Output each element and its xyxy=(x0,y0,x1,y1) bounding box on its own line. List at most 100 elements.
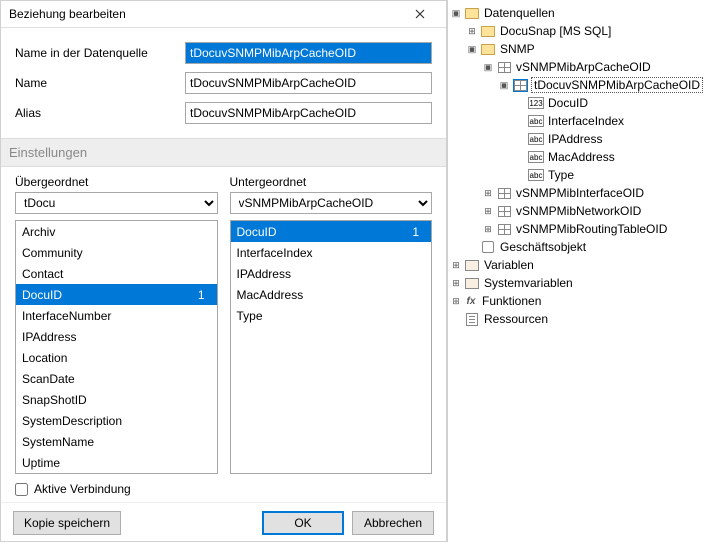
expand-icon[interactable]: ⊞ xyxy=(466,25,478,37)
list-item-label: SystemName xyxy=(22,435,94,449)
list-item[interactable]: SnapShotID xyxy=(16,389,217,410)
tree-node-sysvariables[interactable]: ⊞Systemvariablen xyxy=(450,274,717,292)
tree-node-snmp[interactable]: ▣ SNMP xyxy=(466,40,717,58)
dialog-title: Beziehung bearbeiten xyxy=(9,7,402,21)
expand-icon[interactable]: ⊞ xyxy=(450,295,462,307)
list-item-label: Contact xyxy=(22,267,63,281)
tree-node-arpcache[interactable]: ▣ vSNMPMibArpCacheOID xyxy=(482,58,717,76)
list-item[interactable]: IPAddress xyxy=(16,326,217,347)
list-item[interactable]: Archiv xyxy=(16,221,217,242)
dialog-edit-relationship: Beziehung bearbeiten Name in der Datenqu… xyxy=(0,0,447,542)
list-item[interactable]: Location xyxy=(16,347,217,368)
expand-icon[interactable]: ⊞ xyxy=(482,205,494,217)
collapse-icon[interactable]: ▣ xyxy=(498,79,510,91)
variable-icon xyxy=(464,275,480,291)
list-item[interactable]: InterfaceNumber xyxy=(16,305,217,326)
tree-node-col-interfaceindex[interactable]: abcInterfaceIndex xyxy=(514,112,717,130)
list-item-index: 1 xyxy=(412,225,425,239)
column-icon: abc xyxy=(528,131,544,147)
tree-node-routing[interactable]: ⊞vSNMPMibRoutingTableOID xyxy=(482,220,717,238)
name-input[interactable] xyxy=(185,72,432,94)
list-item[interactable]: IPAddress xyxy=(231,263,432,284)
collapse-icon[interactable]: ▣ xyxy=(450,7,462,19)
tree-node-col-ip[interactable]: abcIPAddress xyxy=(514,130,717,148)
tree-panel: ▣ Datenquellen ⊞ DocuSnap [MS SQL] ▣ xyxy=(447,0,719,542)
button-bar: Kopie speichern OK Abbrechen xyxy=(1,502,446,545)
expand-icon[interactable]: ⊞ xyxy=(482,187,494,199)
active-connection-checkbox[interactable] xyxy=(15,483,28,496)
tree-node-datasources[interactable]: ▣ Datenquellen xyxy=(450,4,717,22)
close-button[interactable] xyxy=(402,1,438,27)
collapse-icon[interactable]: ▣ xyxy=(482,61,494,73)
tree-node-functions[interactable]: ⊞fxFunktionen xyxy=(450,292,717,310)
list-item-label: SystemDescription xyxy=(22,414,122,428)
alias-input[interactable] xyxy=(185,102,432,124)
parent-listbox[interactable]: Archiv Community Contact DocuID 1 InterfaceNu… xyxy=(15,220,218,474)
list-item[interactable]: Contact xyxy=(16,263,217,284)
folder-icon xyxy=(480,23,496,39)
child-select[interactable]: vSNMPMibArpCacheOID xyxy=(230,192,433,214)
expand-icon[interactable]: ⊞ xyxy=(482,223,494,235)
list-item-label: Location xyxy=(22,351,67,365)
active-connection-label: Aktive Verbindung xyxy=(34,482,131,496)
tree-node-resources[interactable]: Ressourcen xyxy=(450,310,717,328)
settings-columns: Übergeordnet tDocu Archiv Community Contac… xyxy=(15,175,432,474)
save-copy-button[interactable]: Kopie speichern xyxy=(13,511,121,535)
tree-node-col-mac[interactable]: abcMacAddress xyxy=(514,148,717,166)
title-bar: Beziehung bearbeiten xyxy=(1,1,446,28)
tree-node-col-type[interactable]: abcType xyxy=(514,166,717,184)
dialog-content: Name in der Datenquelle Name Alias Einst… xyxy=(1,28,446,502)
datasource-name-input[interactable] xyxy=(185,42,432,64)
column-icon: abc xyxy=(528,149,544,165)
ok-button[interactable]: OK xyxy=(262,511,344,535)
column-icon: abc xyxy=(528,167,544,183)
table-icon xyxy=(512,77,528,93)
alias-label: Alias xyxy=(15,106,185,120)
folder-icon xyxy=(480,41,496,57)
list-item-label: Community xyxy=(22,246,83,260)
list-item[interactable]: SystemName xyxy=(16,431,217,452)
parent-select[interactable]: tDocu xyxy=(15,192,218,214)
table-icon xyxy=(496,59,512,75)
list-item[interactable]: SystemDescription xyxy=(16,410,217,431)
list-item-label: DocuID xyxy=(22,288,62,302)
expand-icon[interactable]: ⊞ xyxy=(450,277,462,289)
tree-node-interface[interactable]: ⊞vSNMPMibInterfaceOID xyxy=(482,184,717,202)
list-item-label: SnapShotID xyxy=(22,393,87,407)
tree-node-col-docuid[interactable]: 123DocuID xyxy=(514,94,717,112)
list-item-label: MacAddress xyxy=(237,288,304,302)
list-item[interactable]: Type xyxy=(231,305,432,326)
object-icon xyxy=(480,239,496,255)
child-column: Untergeordnet vSNMPMibArpCacheOID DocuID… xyxy=(230,175,433,474)
cancel-button[interactable]: Abbrechen xyxy=(352,511,434,535)
database-icon xyxy=(464,5,480,21)
list-item[interactable]: DocuID1 xyxy=(231,221,432,242)
list-item-label: Type xyxy=(237,309,263,323)
table-icon xyxy=(496,185,512,201)
active-connection-row: Aktive Verbindung xyxy=(15,482,432,496)
parent-label: Übergeordnet xyxy=(15,175,218,189)
tree-node-businessobject[interactable]: Geschäftsobjekt xyxy=(466,238,717,256)
list-item[interactable]: InterfaceIndex xyxy=(231,242,432,263)
close-icon xyxy=(415,9,425,19)
parent-column: Übergeordnet tDocu Archiv Community Contac… xyxy=(15,175,218,474)
list-item[interactable]: Uptime xyxy=(16,452,217,473)
child-listbox[interactable]: DocuID1InterfaceIndexIPAddress MacAddress… xyxy=(230,220,433,474)
function-icon: fx xyxy=(464,293,478,309)
list-item[interactable]: ScanDate xyxy=(16,368,217,389)
column-icon: 123 xyxy=(528,95,544,111)
tree-node-docusnap[interactable]: ⊞ DocuSnap [MS SQL] xyxy=(466,22,717,40)
collapse-icon[interactable]: ▣ xyxy=(466,43,478,55)
expand-icon[interactable]: ⊞ xyxy=(450,259,462,271)
name-label: Name xyxy=(15,76,185,90)
list-item[interactable]: MacAddress xyxy=(231,284,432,305)
datasource-name-label: Name in der Datenquelle xyxy=(15,46,185,60)
tree-node-variables[interactable]: ⊞Variablen xyxy=(450,256,717,274)
variable-icon xyxy=(464,257,480,273)
tree-node-arpcache-relation[interactable]: ▣ tDocuvSNMPMibArpCacheOID xyxy=(498,76,717,94)
list-item-label: Uptime xyxy=(22,456,60,470)
tree-node-network[interactable]: ⊞vSNMPMibNetworkOID xyxy=(482,202,717,220)
list-item-index: 1 xyxy=(198,288,211,302)
list-item[interactable]: Community xyxy=(16,242,217,263)
list-item[interactable]: DocuID 1 xyxy=(16,284,217,305)
